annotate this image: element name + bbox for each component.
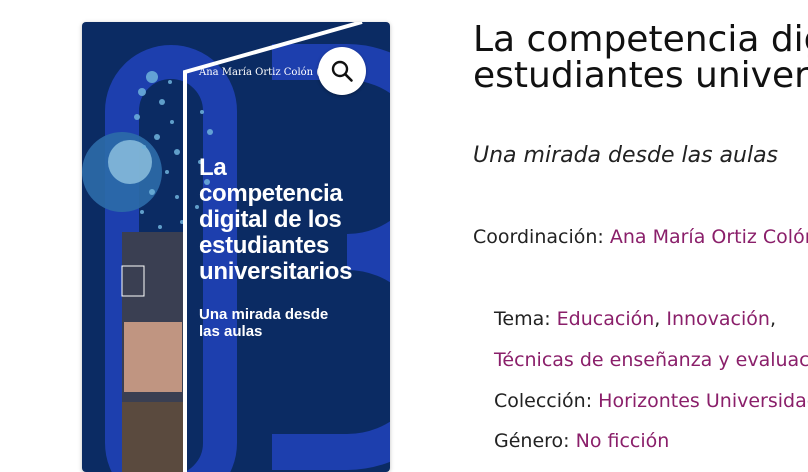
theme-link-education[interactable]: Educación bbox=[557, 308, 655, 330]
cover-photo-keyboard bbox=[122, 402, 184, 472]
collection-link[interactable]: Horizontes Universidad bbox=[598, 390, 808, 412]
genre-label: Género: bbox=[494, 430, 570, 452]
theme-label: Tema: bbox=[494, 308, 551, 330]
book-title-line-1: La competencia digital de los bbox=[473, 22, 808, 60]
search-icon bbox=[331, 60, 353, 82]
theme-separator: , bbox=[769, 308, 776, 330]
zoom-cover-button[interactable] bbox=[318, 47, 366, 95]
book-title: La competencia digital de los estudiante… bbox=[473, 22, 808, 94]
genre-row: Género: No ficción bbox=[494, 430, 669, 452]
genre-link[interactable]: No ficción bbox=[576, 430, 670, 452]
book-subtitle: Una mirada desde las aulas bbox=[473, 143, 779, 168]
cover-subtitle: Una mirada desde las aulas bbox=[199, 306, 329, 340]
cover-title: La competencia digital de los estudiante… bbox=[199, 154, 353, 285]
coordination-link[interactable]: Ana María Ortiz Colón bbox=[610, 226, 808, 248]
collection-row: Colección: Horizontes Universidad bbox=[494, 390, 808, 412]
theme-link-innovation[interactable]: Innovación bbox=[666, 308, 770, 330]
theme-row: Tema: Educación, Innovación, bbox=[494, 308, 776, 330]
coordination-row: Coordinación: Ana María Ortiz Colón bbox=[473, 226, 808, 248]
collection-label: Colección: bbox=[494, 390, 593, 412]
theme-row-continued: Técnicas de enseñanza y evaluación bbox=[494, 349, 808, 371]
coordination-label: Coordinación: bbox=[473, 226, 604, 248]
theme-link-teaching-techniques[interactable]: Técnicas de enseñanza y evaluación bbox=[494, 349, 808, 371]
theme-separator: , bbox=[654, 308, 667, 330]
cover-photo-hand bbox=[124, 322, 182, 392]
book-title-line-2: estudiantes universitarios bbox=[473, 55, 808, 94]
